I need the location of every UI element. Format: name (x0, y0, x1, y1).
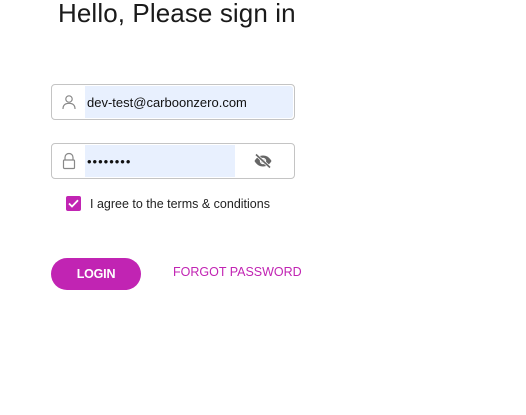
terms-checkbox[interactable] (66, 196, 81, 211)
page-title: Hello, Please sign in (58, 0, 296, 28)
terms-agreement: I agree to the terms & conditions (66, 196, 270, 211)
terms-label: I agree to the terms & conditions (90, 196, 270, 211)
email-field[interactable] (51, 84, 295, 120)
eye-off-icon[interactable] (248, 144, 278, 178)
user-icon (52, 85, 86, 119)
forgot-password-link[interactable]: FORGOT PASSWORD (173, 265, 302, 279)
password-field[interactable] (51, 143, 295, 179)
password-input[interactable] (87, 145, 232, 177)
checkmark-icon (68, 199, 79, 208)
login-button[interactable]: LOGIN (51, 258, 141, 290)
email-input[interactable] (87, 86, 287, 118)
sign-in-page: Hello, Please sign in dev-test@carboonze… (0, 0, 526, 415)
lock-icon (52, 144, 86, 178)
